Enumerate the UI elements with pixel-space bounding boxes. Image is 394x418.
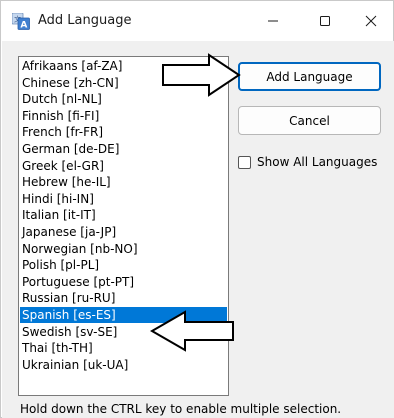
window-title: Add Language <box>38 13 132 28</box>
language-list-item[interactable]: Polish [pl-PL] <box>20 257 227 273</box>
language-list-item[interactable]: Italian [it-IT] <box>20 207 227 223</box>
language-list-item[interactable]: French [fr-FR] <box>20 124 227 140</box>
language-list-item[interactable]: Norwegian [nb-NO] <box>20 241 227 257</box>
minimize-icon <box>268 20 278 22</box>
language-list-item[interactable]: Chinese [zh-CN] <box>20 75 227 91</box>
minimize-button[interactable] <box>246 1 300 41</box>
language-list-item[interactable]: Greek [el-GR] <box>20 158 227 174</box>
svg-text:A: A <box>20 21 27 31</box>
add-language-button[interactable]: Add Language <box>238 62 381 91</box>
language-app-icon: 文 A <box>12 13 30 30</box>
title-bar: 文 A Add Language <box>1 1 393 41</box>
multiple-selection-hint: Hold down the CTRL key to enable multipl… <box>20 402 342 416</box>
language-list-item[interactable]: Hindi [hi-IN] <box>20 191 227 207</box>
language-list-item[interactable]: Afrikaans [af-ZA] <box>20 58 227 74</box>
close-icon <box>365 15 377 27</box>
language-list-item[interactable]: Japanese [ja-JP] <box>20 224 227 240</box>
language-list-item[interactable]: Russian [ru-RU] <box>20 290 227 306</box>
language-list-item[interactable]: Spanish [es-ES] <box>20 307 227 323</box>
show-all-languages-checkbox-row[interactable]: Show All Languages <box>238 154 377 170</box>
language-list-item[interactable]: Portuguese [pt-PT] <box>20 274 227 290</box>
show-all-languages-checkbox[interactable] <box>238 155 251 169</box>
language-list-item[interactable]: Finnish [fi-FI] <box>20 108 227 124</box>
language-list-item[interactable]: Dutch [nl-NL] <box>20 91 227 107</box>
language-list-item[interactable]: German [de-DE] <box>20 141 227 157</box>
language-list-item[interactable]: Hebrew [he-IL] <box>20 174 227 190</box>
maximize-button[interactable] <box>298 1 352 41</box>
close-button[interactable] <box>348 1 394 41</box>
show-all-languages-label: Show All Languages <box>257 155 378 169</box>
language-list[interactable]: Afrikaans [af-ZA] Chinese [zh-CN] Dutch [n… <box>18 56 229 396</box>
language-list-item[interactable]: Ukrainian [uk-UA] <box>20 357 227 373</box>
cancel-button[interactable]: Cancel <box>238 106 381 135</box>
language-list-item[interactable]: Swedish [sv-SE] <box>20 324 227 340</box>
language-list-item[interactable]: Thai [th-TH] <box>20 340 227 356</box>
add-language-dialog: 文 A Add Language Afrikaans [af-ZA] Chines… <box>0 0 394 418</box>
maximize-icon <box>320 16 330 26</box>
